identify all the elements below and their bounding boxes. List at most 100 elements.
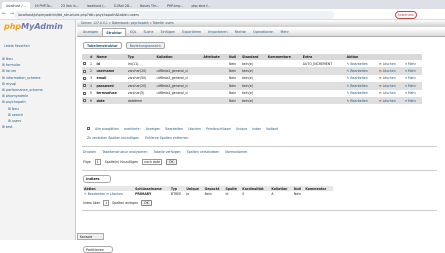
breadcrumb[interactable]: Server: 127.0.0.1 » Datenbank: psychopat…: [77, 20, 445, 27]
browser-tab[interactable]: php eine f...: [187, 2, 214, 9]
structure-link-1[interactable]: Tabellenstruktur analysieren: [102, 150, 147, 154]
row-checkbox[interactable]: [83, 99, 86, 103]
row-checkbox[interactable]: [83, 69, 86, 73]
row-action-change[interactable]: ✎ Bearbeiten: [345, 82, 379, 90]
row-action-more[interactable]: ▾ Mehr: [404, 74, 422, 83]
sidebar-links[interactable]: Letzte Favoriten: [4, 44, 30, 48]
row-action-change[interactable]: ✎ Bearbeiten: [345, 74, 379, 83]
select-all-checkbox[interactable]: [87, 127, 90, 130]
row-action-more[interactable]: ▾ Mehr: [404, 82, 422, 90]
cell-attr: [202, 60, 229, 68]
row-action-more[interactable]: ▾ Mehr: [404, 96, 422, 105]
bulk-5[interactable]: Primärschlüssel: [206, 127, 231, 131]
action-label: Bearbeiten: [350, 98, 368, 103]
cell-coll: utf8mb4_general_ci: [155, 89, 203, 97]
tree-item-3[interactable]: ⊞ information_schema: [2, 75, 43, 81]
row-action-more[interactable]: ▾ Mehr: [404, 67, 422, 75]
row-action-change[interactable]: ✎ Bearbeiten: [345, 89, 379, 97]
action-label: Bearbeiten: [350, 69, 368, 74]
main-content: Server: 127.0.0.1 » Datenbank: psychopat…: [77, 20, 445, 253]
cell-type: varchar(20): [126, 67, 156, 75]
row-checkbox[interactable]: [83, 62, 86, 66]
row-checkbox-cell: [82, 89, 89, 97]
browser-tab[interactable]: 19 PHP-To...: [30, 2, 56, 9]
tab-3[interactable]: Suche: [140, 28, 156, 36]
tree-item-label: Neu: [5, 57, 13, 61]
subtab-1[interactable]: Beziehungsansicht: [125, 42, 165, 49]
bulk-6[interactable]: Unique: [236, 127, 247, 131]
action-label: Löschen: [382, 98, 396, 103]
cell-coll: [155, 60, 203, 68]
tab-7[interactable]: Rechte: [232, 28, 249, 36]
row-action-drop[interactable]: ⊖ Löschen: [378, 89, 405, 97]
tab-4[interactable]: Einfügen: [158, 28, 179, 36]
row-checkbox-cell: [82, 82, 89, 90]
row-action-drop[interactable]: ⊖ Löschen: [378, 82, 405, 90]
tab-0[interactable]: Anzeigen: [80, 28, 101, 36]
subtab-0[interactable]: Tabellenstruktur: [83, 42, 122, 49]
row-checkbox[interactable]: [83, 76, 86, 80]
add-columns-label: Spalte(n) hinzufügen: [104, 160, 139, 164]
address-bar[interactable]: localhost/phpmyadmin/tbl_structure.php?d…: [14, 10, 334, 19]
create-index-form: Index über 1 Spalten anlegen OK: [83, 200, 152, 206]
row-action-drop[interactable]: ⊖ Löschen: [378, 96, 405, 105]
add-column-ok-button[interactable]: OK: [166, 159, 177, 165]
cell-def: kein(e): [240, 60, 267, 68]
row-action-drop[interactable]: ⊖ Löschen: [378, 60, 405, 68]
bulk-4[interactable]: Löschen: [188, 127, 201, 131]
update-button[interactable]: Anwenden: [395, 10, 417, 19]
phpmyadmin-logo[interactable]: phpMyAdmin: [4, 22, 63, 31]
indexes-toggle[interactable]: Indizes: [83, 175, 111, 183]
browser-tab[interactable]: localhost / ...: [2, 2, 31, 9]
central-0[interactable]: Zu zentralen Spalten hinzufügen: [87, 136, 139, 140]
browser-tab[interactable]: 23 Von in...: [57, 2, 83, 9]
cell-name: password: [95, 82, 127, 90]
browser-tab[interactable]: Neues Thr...: [136, 2, 163, 9]
console-button[interactable]: Konsole: [77, 233, 104, 240]
structure-link-0[interactable]: Drucken: [83, 150, 96, 154]
tree-item-label: Neu: [11, 106, 19, 111]
bulk-0[interactable]: Alle auswählen: [95, 127, 119, 131]
browser-tab[interactable]: PHP-Imp...: [163, 2, 187, 9]
tab-6[interactable]: Importieren: [205, 28, 230, 36]
bulk-7[interactable]: Index: [252, 127, 261, 131]
row-action-change[interactable]: ✎ Bearbeiten: [345, 96, 379, 105]
tree-item-11[interactable]: ⊞ test: [2, 124, 43, 130]
cell-comm: [266, 96, 302, 105]
bulk-8[interactable]: Volltext: [266, 127, 278, 131]
tree-item-label: test: [5, 125, 13, 130]
tab-8[interactable]: Operationen: [250, 28, 277, 36]
drop-index-link[interactable]: ⊖ Löschen: [106, 192, 123, 196]
edit-index-link[interactable]: ✎ Bearbeiten: [84, 192, 105, 196]
create-index-ok-button[interactable]: OK: [141, 200, 152, 206]
structure-link-4[interactable]: Normalisieren: [225, 150, 247, 154]
row-action-change[interactable]: ✎ Bearbeiten: [345, 60, 379, 68]
main-tabs: Anzeigen Struktur SQL Suche Einfügen Exportie…: [77, 28, 445, 37]
row-action-drop[interactable]: ⊖ Löschen: [378, 74, 405, 83]
row-action-drop[interactable]: ⊖ Löschen: [378, 67, 405, 75]
table-row: 6 date datetime Nein kein(e) ✎ Bearbeiten ⊖ Lö…: [82, 96, 422, 105]
tab-2[interactable]: SQL: [127, 28, 140, 36]
browser-tab[interactable]: localhost /...: [83, 2, 110, 9]
row-checkbox-cell: [82, 67, 89, 75]
index-columns-input[interactable]: 1: [103, 200, 110, 206]
row-checkbox[interactable]: [83, 84, 86, 88]
tab-1[interactable]: Struktur: [102, 28, 126, 36]
structure-link-2[interactable]: Tabelle verfolgen: [153, 150, 180, 154]
tab-5[interactable]: Exportieren: [179, 28, 204, 36]
bulk-2[interactable]: Anzeigen: [146, 127, 161, 131]
central-1[interactable]: Entferne Spalten entfernen: [145, 136, 188, 140]
tab-9[interactable]: Mehr: [278, 28, 292, 36]
browser-tab[interactable]: E-Mail 28...: [110, 2, 136, 9]
cell-extra: [301, 67, 346, 75]
navigation-sidebar: phpMyAdmin Letzte Favoriten ⊞ Neu ⊞ formu…: [0, 20, 76, 240]
bulk-3[interactable]: Bearbeiten: [165, 127, 183, 131]
row-action-more[interactable]: ▾ Mehr: [404, 60, 422, 68]
row-action-change[interactable]: ✎ Bearbeiten: [345, 67, 379, 75]
partitions-toggle[interactable]: Partitionen: [83, 246, 113, 253]
column-count-input[interactable]: 1: [94, 159, 101, 165]
row-checkbox[interactable]: [83, 91, 86, 95]
structure-link-3[interactable]: Spalten verschieben: [187, 150, 220, 154]
position-select[interactable]: nach date: [142, 159, 163, 165]
row-action-more[interactable]: ▾ Mehr: [404, 89, 422, 97]
